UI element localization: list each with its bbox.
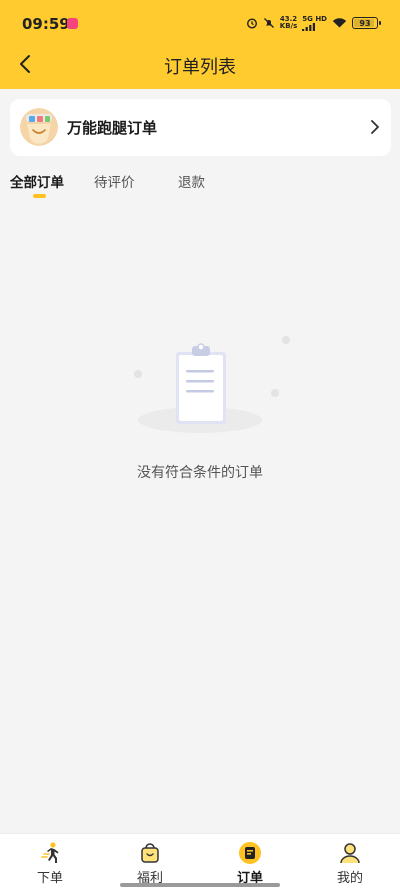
empty-orders-illustration: [134, 336, 290, 433]
gift-bag-icon: [141, 843, 159, 863]
active-tab-indicator: [33, 194, 46, 198]
wifi-icon: [332, 18, 347, 28]
user-icon: [340, 843, 360, 864]
system-icons: 43.2 KB/s 5G HD 93: [246, 14, 381, 32]
nav-item-orders[interactable]: 订单: [200, 834, 300, 889]
empty-state-message: 没有符合条件的订单: [137, 465, 263, 481]
mute-icon: [263, 18, 274, 28]
tab-all-orders[interactable]: 全部订单: [10, 171, 64, 191]
bottom-navigation: 下单 福利 订单 我的: [0, 833, 400, 889]
tab-pending-review[interactable]: 待评价: [94, 171, 135, 191]
signal-icon: [302, 22, 316, 31]
chevron-right-icon: [371, 120, 379, 134]
order-tabs: 全部订单 待评价 退款: [0, 168, 400, 198]
service-name: 万能跑腿订单: [67, 119, 158, 137]
page-title: 订单列表: [164, 57, 236, 78]
battery-icon: 93: [352, 17, 381, 29]
runner-icon: [41, 842, 59, 863]
status-bar: 09:59 43.2 KB/s 5G HD 93: [0, 0, 400, 46]
order-icon: [239, 842, 261, 864]
nav-item-mine[interactable]: 我的: [300, 834, 400, 889]
service-avatar: [20, 108, 58, 146]
notification-app-icon: [67, 18, 78, 29]
tab-refund[interactable]: 退款: [178, 171, 205, 191]
status-time: 09:59: [22, 15, 70, 33]
home-indicator[interactable]: [120, 883, 280, 887]
errand-order-card[interactable]: 万能跑腿订单: [10, 99, 391, 156]
nav-item-welfare[interactable]: 福利: [100, 834, 200, 889]
alarm-icon: [246, 18, 257, 29]
signal-indicator: 5G HD: [302, 15, 327, 31]
net-speed: 43.2 KB/s: [279, 15, 298, 30]
top-bar: 09:59 43.2 KB/s 5G HD 93 订单列表: [0, 0, 400, 89]
nav-item-place-order[interactable]: 下单: [0, 834, 100, 889]
